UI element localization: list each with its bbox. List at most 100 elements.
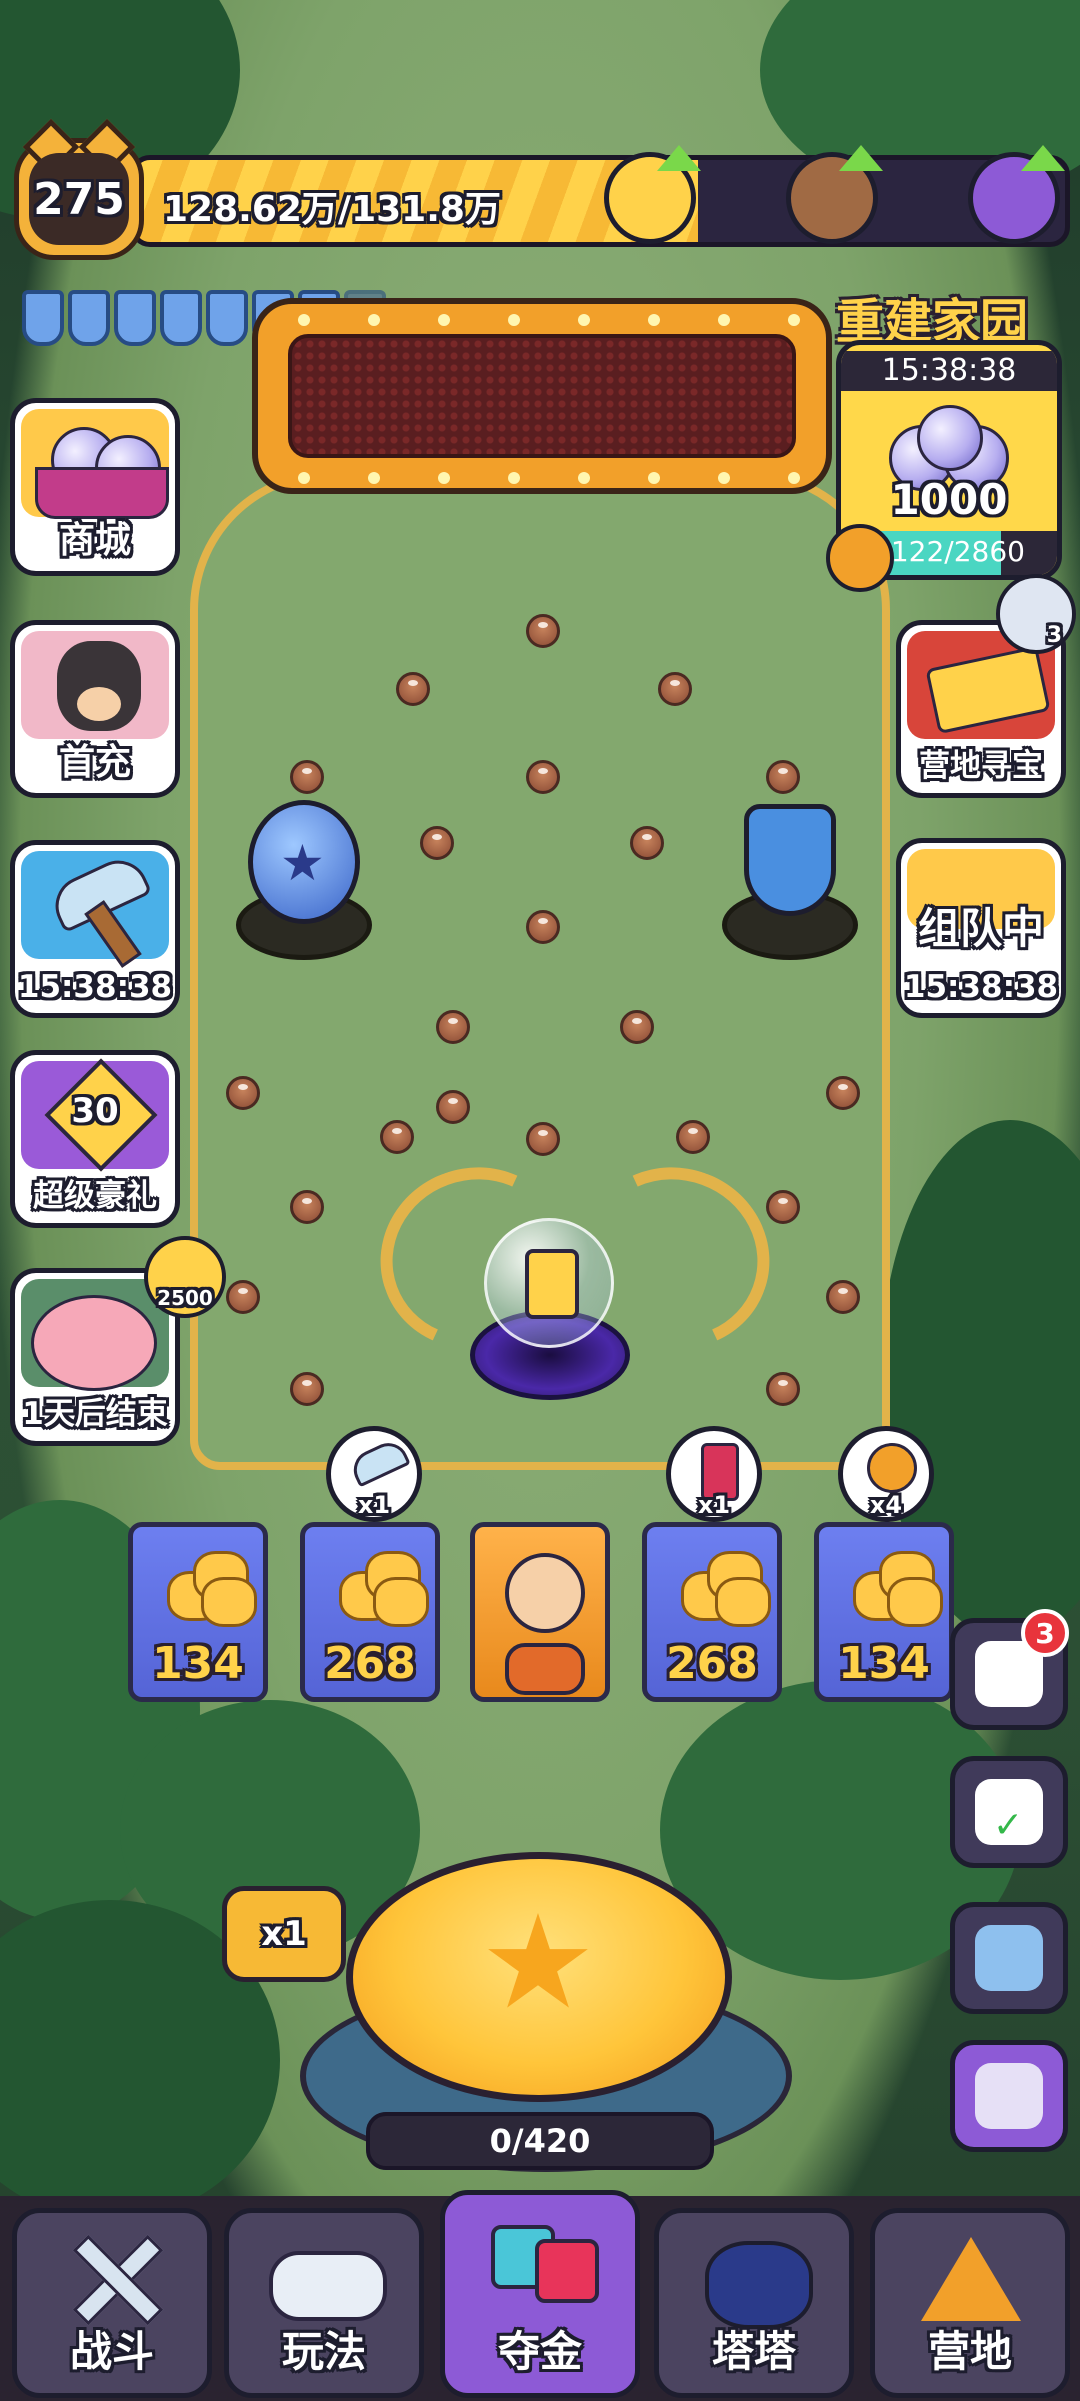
marquee-screen: [288, 334, 796, 458]
marquee-sign: [252, 298, 832, 494]
hammer-bonus-mult: x1: [357, 1491, 391, 1519]
up-arrow-icon: [839, 145, 883, 171]
peg: [526, 760, 560, 794]
rebuild-timer: 15:38:38: [841, 351, 1057, 391]
peg: [290, 1372, 324, 1406]
tent-icon: [915, 2227, 1025, 2327]
mystery-star-icon: [505, 1553, 585, 1633]
upgrade-level-icon[interactable]: [968, 145, 1065, 244]
star-icon: ★: [479, 1886, 597, 2038]
team-up-label: 组队中: [917, 904, 1044, 953]
first-recharge-label: 首充: [58, 742, 131, 783]
multiplier-button[interactable]: x1: [222, 1886, 346, 1982]
drop-counter: 0/420: [366, 2112, 714, 2170]
peg: [420, 826, 454, 860]
peg: [436, 1010, 470, 1044]
drop-button[interactable]: ★: [346, 1852, 732, 2102]
clipboard-check-icon: ✓: [975, 1779, 1043, 1846]
peg: [766, 1372, 800, 1406]
reward-slot: 134: [128, 1522, 268, 1702]
nav-camp[interactable]: 营地: [870, 2208, 1070, 2398]
player-level-badge[interactable]: 275: [14, 118, 144, 260]
nav-gold-rush[interactable]: 夺金: [440, 2190, 640, 2398]
slot-value: 268: [324, 1638, 416, 1689]
bolt-bonus: x4: [838, 1426, 934, 1522]
camp-treasure-label: 营地寻宝: [919, 748, 1043, 784]
peg: [290, 760, 324, 794]
nav-tata-label: 塔塔: [711, 2327, 796, 2376]
dog-character-icon: [21, 631, 169, 739]
slot-value: 134: [838, 1638, 930, 1689]
reward-slot: 268: [300, 1522, 440, 1702]
peg: [658, 672, 692, 706]
reward-slot: 268: [642, 1522, 782, 1702]
candy-icon: [505, 1643, 585, 1695]
peg: [630, 826, 664, 860]
shop-button[interactable]: 商城: [10, 398, 180, 576]
gift-level: 30: [71, 1091, 119, 1131]
friends-button[interactable]: [950, 1902, 1068, 2014]
rebuild-amount: 1000: [890, 475, 1008, 524]
reward-slot: 134: [814, 1522, 954, 1702]
super-gift-label: 超级豪礼: [33, 1178, 157, 1214]
hammer-event-button[interactable]: 15:38:38: [10, 840, 180, 1018]
hammer-icon: [21, 850, 169, 968]
camp-treasure-count: 3: [1046, 623, 1062, 648]
team-up-timer: 15:38:38: [903, 969, 1059, 1005]
peg: [526, 910, 560, 944]
bolt-bonus-mult: x4: [869, 1491, 903, 1519]
shield-icon: [68, 290, 110, 346]
gold-coins-icon: [843, 1547, 943, 1627]
shield-icon: [114, 290, 156, 346]
peg: [436, 1090, 470, 1124]
peg: [290, 1190, 324, 1224]
gamepad-icon: [269, 2227, 387, 2327]
piggy-gem-amount: 2500: [157, 1286, 213, 1310]
friends-icon: [975, 1925, 1043, 1991]
peg: [226, 1280, 260, 1314]
peg: [766, 1190, 800, 1224]
gold-rush-icon: [485, 2209, 599, 2309]
nav-modes[interactable]: 玩法: [224, 2208, 424, 2398]
upgrade-power-icon[interactable]: [604, 145, 701, 244]
peg: [526, 1122, 560, 1156]
shield-icon: [206, 290, 248, 346]
peg: [226, 1076, 260, 1110]
nav-tata[interactable]: 塔塔: [654, 2208, 854, 2398]
nav-battle[interactable]: 战斗: [12, 2208, 212, 2398]
shop-label: 商城: [58, 520, 131, 561]
xp-bar: 128.62万/131.8万: [130, 155, 1070, 247]
badge-button[interactable]: [950, 2040, 1068, 2152]
gem-basket-icon: [21, 409, 169, 519]
peg: [526, 614, 560, 648]
upgrade-speed-icon[interactable]: [786, 145, 883, 244]
screw-bolt-icon: [826, 524, 894, 592]
card-icon: [525, 1249, 579, 1319]
hammer-bonus: x1: [326, 1426, 422, 1522]
hammer-icon: [347, 1436, 411, 1488]
chat-badge: 3: [1021, 1609, 1069, 1657]
hammer-event-timer: 15:38:38: [17, 969, 173, 1005]
up-arrow-icon: [657, 145, 701, 171]
team-up-button[interactable]: 组队中 15:38:38: [896, 838, 1066, 1018]
bonus-bubble: [484, 1218, 614, 1348]
piggy-bank-label: 1天后结束: [22, 1396, 168, 1432]
peg: [766, 760, 800, 794]
level-30-gift-icon: 30: [21, 1058, 169, 1172]
cat-star-icon: [975, 2063, 1043, 2129]
first-recharge-button[interactable]: 首充: [10, 620, 180, 798]
star-icon: ★: [280, 834, 325, 892]
gold-coins-icon: [157, 1547, 257, 1627]
shield-icon: [22, 290, 64, 346]
super-gift-button[interactable]: 30 超级豪礼: [10, 1050, 180, 1228]
shield-icon: [160, 290, 202, 346]
energy-bonus: x1: [666, 1426, 762, 1522]
xp-text: 128.62万/131.8万: [163, 189, 501, 230]
piggy-gem-bubble: 2500: [144, 1236, 226, 1318]
nav-battle-label: 战斗: [69, 2327, 154, 2376]
tasks-button[interactable]: ✓: [950, 1756, 1068, 1868]
nav-gold-rush-label: 夺金: [497, 2327, 582, 2376]
chat-button[interactable]: 3: [950, 1609, 1069, 1730]
peg: [826, 1076, 860, 1110]
shield-bumper: [722, 800, 858, 960]
